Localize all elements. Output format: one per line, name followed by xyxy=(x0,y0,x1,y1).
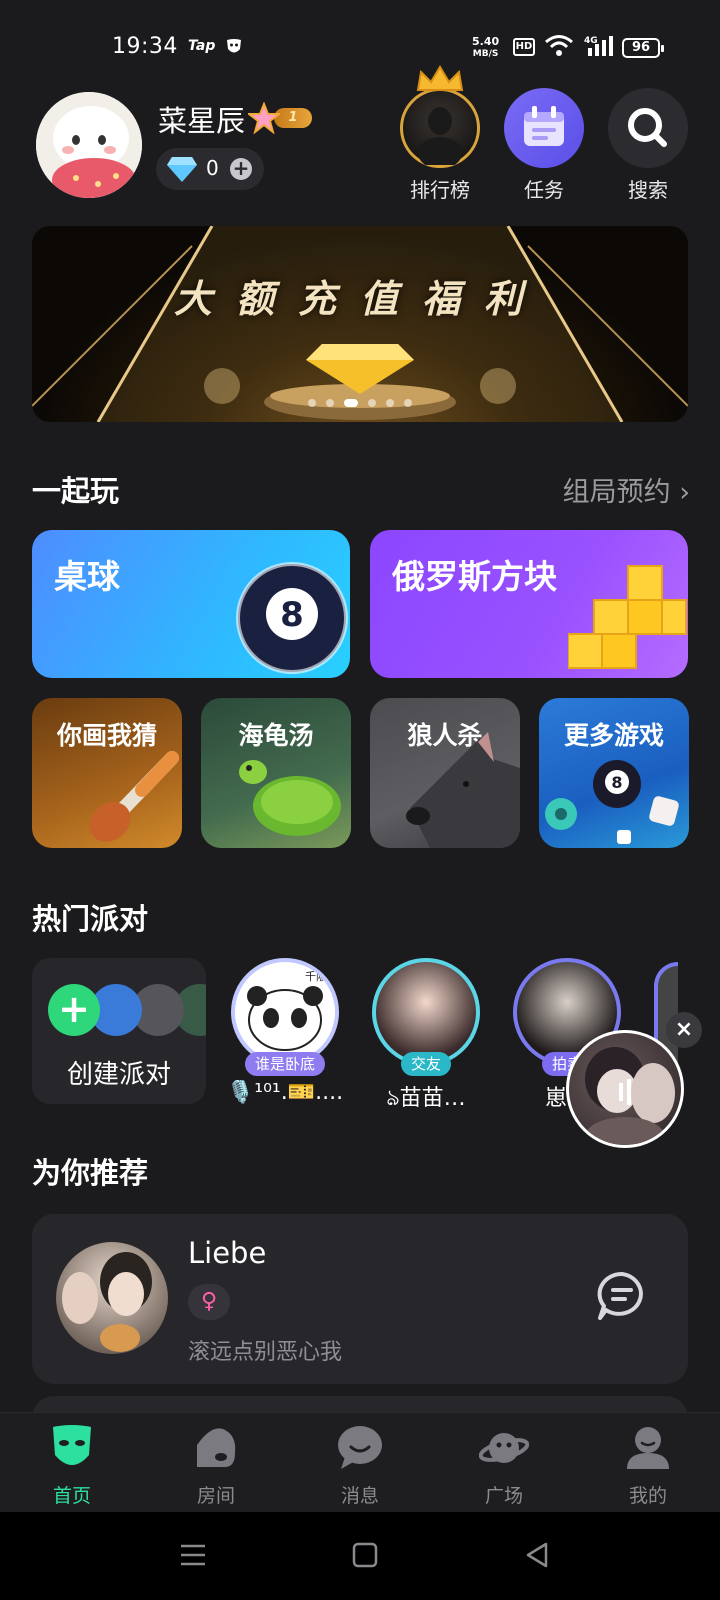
tab-label: 我的 xyxy=(628,1485,667,1507)
plus-icon: + xyxy=(48,984,100,1036)
panda-avatar-icon: 千阪! xyxy=(247,969,331,1051)
diamond-icon xyxy=(167,157,197,182)
home-icon[interactable] xyxy=(350,1540,380,1570)
game-name: 桌球 xyxy=(54,557,120,596)
tab-messages[interactable]: 消息 xyxy=(310,1423,410,1508)
anime-avatar-icon xyxy=(585,1047,675,1145)
game-card-turtle-soup[interactable]: 海龟汤 xyxy=(201,698,351,848)
game-card-more-games[interactable]: 更多游戏 8 xyxy=(539,698,689,848)
recommend-title: 为你推荐 xyxy=(32,1156,149,1190)
back-icon[interactable] xyxy=(522,1540,552,1570)
message-icon xyxy=(338,1426,382,1469)
diamond-count: 0 xyxy=(206,156,219,180)
tab-label: 房间 xyxy=(196,1485,235,1507)
status-bar: 19:34 Tap 5.40 MB/S HD 4G 96 xyxy=(0,0,720,90)
user-avatar[interactable] xyxy=(36,92,142,198)
hd-icon: HD xyxy=(513,38,535,56)
wifi-icon xyxy=(545,35,573,56)
user-name: Liebe xyxy=(188,1236,267,1270)
room-icon xyxy=(197,1428,236,1467)
crown-icon xyxy=(416,65,464,91)
create-party-button[interactable]: + 创建派对 xyxy=(32,958,206,1104)
silhouette-icon xyxy=(418,107,462,165)
party-room[interactable]: 交友 ঌ苗苗… xyxy=(361,958,491,1118)
svg-text:8: 8 xyxy=(280,595,304,635)
game-card-tetris[interactable]: 俄罗斯方块 xyxy=(370,530,688,678)
promo-banner[interactable]: 大额充值福利 xyxy=(32,226,688,422)
cartoon-avatar-icon xyxy=(36,92,142,198)
create-party-label: 创建派对 xyxy=(66,1060,171,1090)
add-diamond-icon[interactable]: + xyxy=(230,158,252,180)
eight-ball-icon: 8 xyxy=(236,562,348,674)
menu-icon[interactable] xyxy=(178,1540,208,1570)
username: 菜星辰 xyxy=(158,104,246,138)
tab-home[interactable]: 首页 xyxy=(22,1423,122,1508)
net-speed: 5.40 MB/S xyxy=(472,35,500,59)
room-name: 🎙️¹⁰¹.🎫.... xyxy=(226,1080,344,1105)
star-icon xyxy=(248,102,280,134)
group-booking-link[interactable]: 组局预约 › xyxy=(563,470,690,509)
close-icon[interactable]: × xyxy=(666,1012,702,1048)
tab-room[interactable]: 房间 xyxy=(166,1423,266,1508)
tetris-blocks-icon xyxy=(568,565,687,669)
profile-icon xyxy=(627,1427,669,1469)
ranking-avatar xyxy=(400,88,480,168)
calendar-icon xyxy=(524,106,564,146)
ranking-button[interactable]: 排行榜 xyxy=(400,65,480,203)
tab-label: 首页 xyxy=(52,1485,91,1507)
game-name: 俄罗斯方块 xyxy=(392,557,557,596)
floating-live-window[interactable] xyxy=(566,1030,684,1148)
diamond-balance[interactable]: 0 + xyxy=(156,148,264,190)
task-label: 任务 xyxy=(524,178,564,202)
chat-icon[interactable] xyxy=(592,1266,652,1326)
battery-indicator: 96 xyxy=(622,38,664,58)
paintbrush-icon xyxy=(89,751,179,842)
room-tag: 谁是卧底 xyxy=(244,1052,326,1076)
chevron-right-icon: › xyxy=(679,477,690,508)
bottom-tab-bar: 首页 房间 消息 广场 我的 xyxy=(0,1412,720,1512)
mask-notification-icon xyxy=(227,39,241,53)
svg-text:8: 8 xyxy=(611,773,622,792)
planet-icon xyxy=(478,1433,530,1463)
level-badge: 1 xyxy=(248,102,314,134)
banner-pagination xyxy=(32,392,688,411)
room-tag: 交友 xyxy=(400,1052,452,1076)
wolf-icon xyxy=(406,732,520,848)
tab-label: 广场 xyxy=(484,1485,523,1507)
task-button[interactable]: 任务 xyxy=(504,88,584,203)
recommended-user-card[interactable]: Liebe ♀ 滚远点别恶心我 xyxy=(32,1214,688,1384)
search-icon xyxy=(628,108,667,147)
system-nav-bar xyxy=(0,1512,720,1600)
svg-text:千阪!: 千阪! xyxy=(305,969,331,983)
search-label: 搜索 xyxy=(628,178,668,202)
tab-plaza[interactable]: 广场 xyxy=(454,1423,554,1508)
play-together-title: 一起玩 xyxy=(32,474,120,508)
tab-profile[interactable]: 我的 xyxy=(598,1423,698,1508)
couple-photo xyxy=(62,1252,152,1352)
status-time: 19:34 xyxy=(112,34,178,59)
tab-label: 消息 xyxy=(340,1485,379,1507)
hot-party-title: 热门派对 xyxy=(32,902,149,936)
user-signature: 滚远点别恶心我 xyxy=(188,1340,343,1365)
signal-icon: 4G xyxy=(584,36,613,56)
room-name: ঌ苗苗… xyxy=(386,1086,466,1111)
search-button[interactable]: 搜索 xyxy=(608,88,688,203)
party-room[interactable]: 千阪! 谁是卧底 🎙️¹⁰¹.🎫.... xyxy=(220,958,350,1105)
tap-app-icon: Tap xyxy=(188,38,216,54)
mask-icon xyxy=(53,1425,91,1465)
game-card-werewolf[interactable]: 狼人杀 xyxy=(370,698,520,848)
ranking-label: 排行榜 xyxy=(410,178,470,202)
game-card-draw-guess[interactable]: 你画我猜 xyxy=(32,698,182,848)
banner-title: 大额充值福利 xyxy=(173,276,546,321)
turtle-icon xyxy=(239,760,341,836)
game-card-billiards[interactable]: 桌球 8 xyxy=(32,530,350,678)
user-avatar xyxy=(56,1242,168,1354)
game-icons-cluster: 8 xyxy=(545,760,679,844)
female-icon: ♀ xyxy=(188,1284,230,1320)
